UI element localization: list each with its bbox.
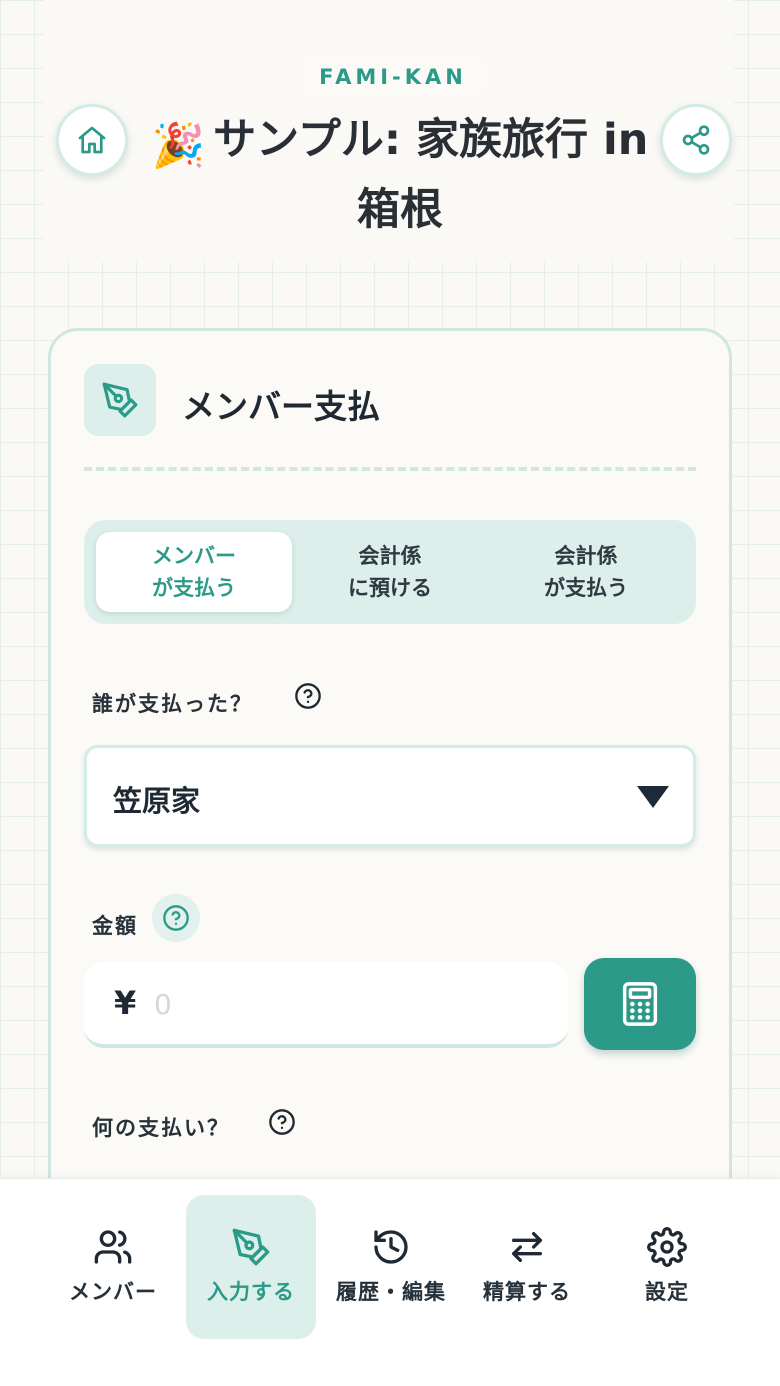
payment-type-tabs: メンバー が支払う 会計係 に預ける 会計係 が支払う [84, 520, 696, 624]
nav-settle-label: 精算する [483, 1280, 571, 1304]
tab-deposit-to-treasurer[interactable]: 会計係 に預ける [292, 532, 488, 612]
tab-member-pays[interactable]: メンバー が支払う [96, 532, 292, 612]
share-icon [682, 125, 710, 155]
nav-input[interactable]: 入力する [186, 1195, 316, 1339]
card-title: メンバー支払 [182, 387, 380, 426]
amount-label: 金額 [92, 914, 138, 938]
nav-history-label: 履歴・編集 [336, 1280, 446, 1304]
tab-treasurer-pays[interactable]: 会計係 が支払う [488, 532, 684, 612]
nav-settings-label: 設定 [645, 1280, 689, 1304]
payer-label: 誰が支払った？ [92, 692, 253, 716]
calculator-button[interactable] [584, 958, 696, 1050]
purpose-label: 何の支払い？ [92, 1116, 230, 1140]
gear-icon [647, 1227, 687, 1267]
share-button[interactable] [660, 104, 732, 176]
nav-members-label: メンバー [69, 1280, 157, 1304]
divider [84, 467, 696, 471]
nav-settings[interactable]: 設定 [602, 1195, 732, 1339]
nav-history[interactable]: 履歴・編集 [326, 1195, 456, 1339]
nav-members[interactable]: メンバー [48, 1195, 178, 1339]
payer-select[interactable]: 笠原家 [84, 745, 696, 847]
calculator-icon [622, 982, 658, 1026]
amount-input[interactable] [154, 980, 534, 1028]
pen-icon [102, 382, 138, 418]
payer-select-value: 笠原家 [113, 784, 201, 818]
dropdown-arrow-icon [637, 786, 669, 808]
help-icon [295, 683, 321, 709]
pen-icon [232, 1228, 270, 1266]
help-icon [269, 1109, 295, 1135]
card-icon-box [84, 364, 156, 436]
payer-help-button[interactable] [294, 682, 322, 710]
home-button[interactable] [56, 104, 128, 176]
history-icon [374, 1230, 408, 1264]
page-title-text: サンプル: 家族旅行 in 箱根 [213, 115, 649, 235]
help-icon [163, 905, 189, 931]
transfer-icon [511, 1232, 542, 1262]
party-popper-icon: 🎉 [151, 121, 206, 171]
home-icon [78, 126, 106, 154]
purpose-help-button[interactable] [268, 1108, 296, 1136]
nav-settle[interactable]: 精算する [462, 1195, 592, 1339]
users-icon [94, 1230, 132, 1264]
amount-help-button[interactable] [152, 894, 200, 942]
nav-input-label: 入力する [207, 1280, 295, 1304]
brand-label: FAMI-KAN [302, 55, 484, 99]
amount-field: ¥ [84, 962, 568, 1048]
bottom-nav: メンバー 入力する 履歴・編集 精算する 設定 [0, 1178, 780, 1386]
currency-symbol: ¥ [114, 984, 137, 1022]
page-title: 🎉 サンプル: 家族旅行 in 箱根 [150, 108, 650, 242]
